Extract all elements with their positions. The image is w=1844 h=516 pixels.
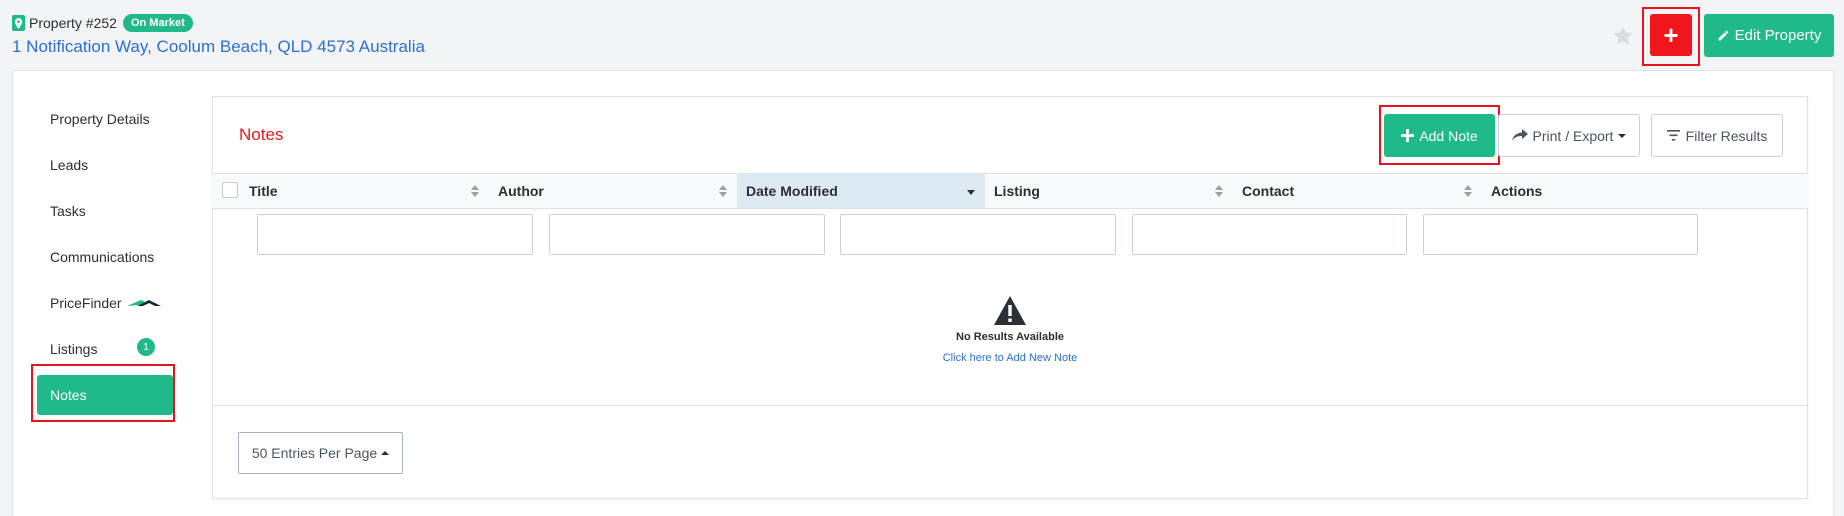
column-header-author[interactable]: Author (489, 174, 737, 208)
warning-icon (994, 296, 1026, 325)
plus-icon (1401, 129, 1415, 142)
plus-icon: + (1663, 19, 1679, 50)
column-label: Date Modified (746, 183, 838, 199)
sidebar-item-label: Leads (50, 157, 89, 173)
listings-count-badge: 1 (137, 338, 155, 356)
column-header-actions: Actions (1482, 174, 1602, 208)
print-export-label: Print / Export (1532, 127, 1614, 144)
page-title: Notes (239, 125, 284, 144)
filter-results-label: Filter Results (1685, 127, 1768, 144)
sidebar-item-property-details[interactable]: Property Details (37, 96, 173, 142)
sidebar-item-pricefinder[interactable]: PriceFinder (37, 280, 173, 326)
edit-property-label: Edit Property (1734, 27, 1822, 44)
sort-icon (1215, 185, 1223, 197)
author-filter-input[interactable] (549, 214, 825, 255)
column-header-title[interactable]: Title (240, 174, 489, 208)
notes-highlight (31, 364, 175, 422)
select-all-checkbox[interactable] (222, 182, 238, 198)
sidebar-item-label: Property Details (50, 111, 150, 127)
column-header-contact[interactable]: Contact (1233, 174, 1482, 208)
column-label: Contact (1242, 183, 1295, 199)
caret-up-icon (381, 451, 390, 455)
column-label: Listing (994, 183, 1040, 199)
add-button[interactable]: + (1650, 14, 1692, 56)
title-filter-input[interactable] (257, 214, 533, 255)
sidebar-item-label: PriceFinder (50, 295, 122, 311)
contact-filter-input[interactable] (1423, 214, 1698, 255)
sort-icon (719, 185, 727, 197)
entries-per-page-label: 50 Entries Per Page (251, 445, 378, 461)
panel-divider (212, 405, 1808, 406)
sidebar-item-leads[interactable]: Leads (37, 142, 173, 188)
caret-down-icon (1618, 133, 1627, 138)
column-label: Author (498, 183, 544, 199)
sidebar-item-label: Listings (50, 341, 98, 357)
sidebar-item-label: Tasks (50, 203, 86, 219)
filter-results-button[interactable]: Filter Results (1651, 114, 1783, 157)
pricefinder-logo-icon (126, 300, 161, 306)
sidebar-item-communications[interactable]: Communications (37, 234, 173, 280)
status-badge: On Market (122, 14, 193, 32)
sort-desc-icon (967, 190, 975, 195)
pencil-icon (1718, 30, 1728, 41)
empty-state-message: No Results Available (956, 331, 1064, 343)
listing-filter-input[interactable] (1132, 214, 1407, 255)
sidebar-item-tasks[interactable]: Tasks (37, 188, 173, 234)
edit-property-button[interactable]: Edit Property (1704, 14, 1834, 57)
favorite-star-icon[interactable] (1612, 25, 1634, 47)
sidebar-item-label: Communications (50, 249, 155, 265)
column-label: Title (249, 183, 278, 199)
column-header-date-modified[interactable]: Date Modified (737, 174, 985, 208)
table-header: Title Author Date Modified Listing Conta… (212, 173, 1808, 209)
add-note-button[interactable]: Add Note (1384, 114, 1495, 157)
add-note-label: Add Note (1419, 127, 1478, 144)
entries-per-page-dropdown[interactable]: 50 Entries Per Page (238, 432, 403, 474)
property-number: Property #252 (29, 15, 117, 31)
print-export-button[interactable]: Print / Export (1498, 114, 1640, 157)
share-arrow-icon (1511, 129, 1528, 141)
column-header-listing[interactable]: Listing (985, 174, 1233, 208)
property-address-link[interactable]: 1 Notification Way, Coolum Beach, QLD 45… (12, 37, 425, 57)
date-modified-filter-input[interactable] (840, 214, 1116, 255)
sort-icon (1464, 185, 1472, 197)
property-header: Property #252 On Market (12, 14, 193, 32)
map-pin-icon (12, 15, 25, 31)
column-label: Actions (1491, 183, 1543, 199)
sort-icon (471, 185, 479, 197)
add-new-note-link[interactable]: Click here to Add New Note (880, 352, 1140, 364)
filter-icon (1666, 130, 1680, 141)
